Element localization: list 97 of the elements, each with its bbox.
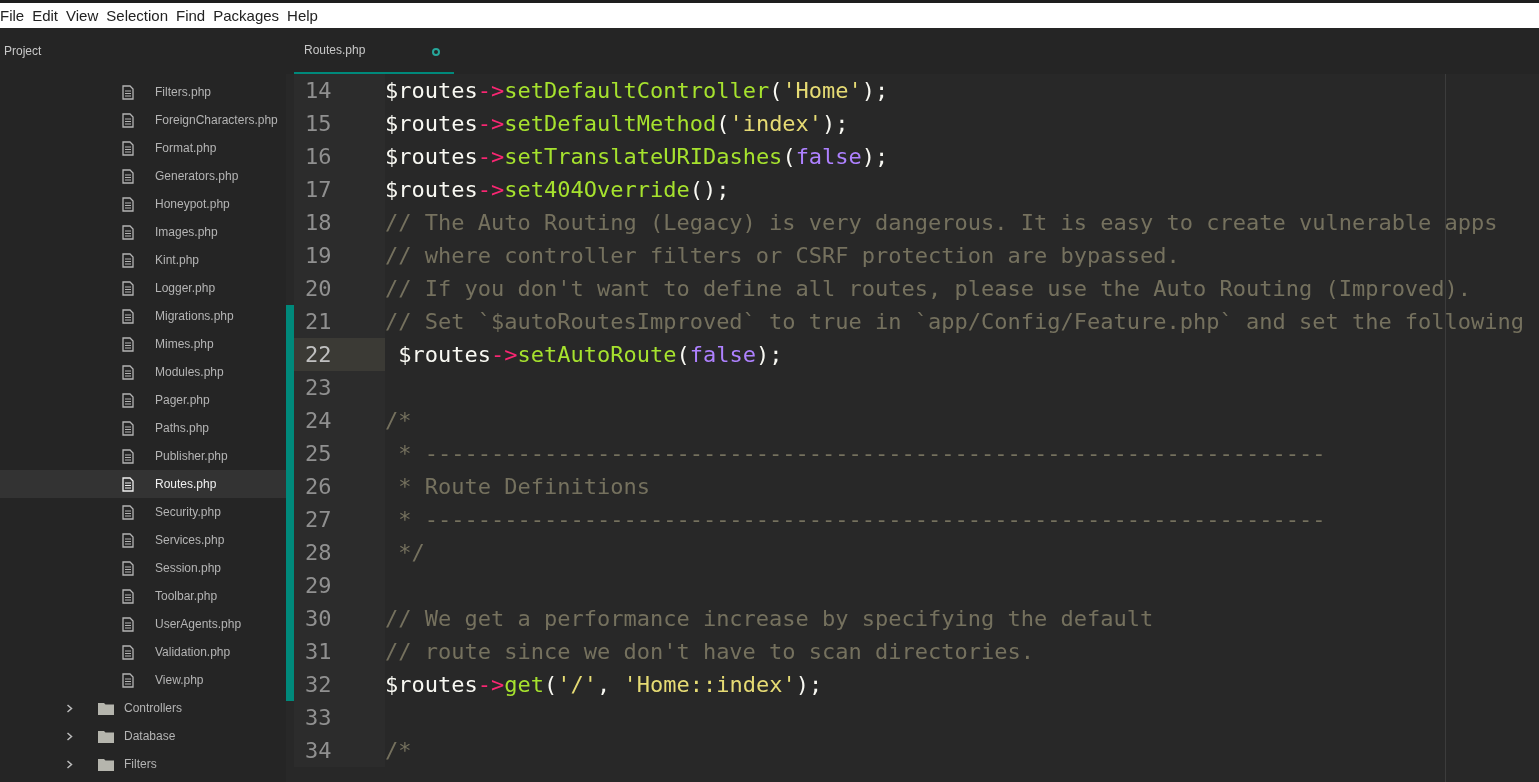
line-number: 23 [305, 375, 332, 400]
file-icon [122, 168, 134, 184]
file-icon [122, 504, 134, 520]
code-line: $routes->get('/', 'Home::index'); [385, 672, 823, 697]
folder-icon [98, 729, 114, 743]
code-line: // We get a performance increase by specifying the default [385, 606, 1154, 631]
sidebar-item[interactable]: Services.php [0, 526, 286, 554]
code-line: // If you don't want to define all routes, please use the Auto Routing (Improved). [385, 276, 1472, 301]
file-icon [122, 420, 134, 436]
menu-item[interactable]: Help [287, 7, 326, 24]
file-icon [122, 532, 134, 548]
line-number: 26 [305, 474, 332, 499]
line-number: 25 [305, 441, 332, 466]
file-icon [122, 364, 134, 380]
file-icon [122, 140, 134, 156]
sidebar-item[interactable]: Filters [0, 750, 286, 778]
sidebar-item[interactable]: Format.php [0, 134, 286, 162]
code-line: // route since we don't have to scan directories. [385, 639, 1034, 664]
line-number: 33 [305, 705, 332, 730]
sidebar-item[interactable]: Validation.php [0, 638, 286, 666]
code-line: $routes->setDefaultMethod('index'); [385, 111, 849, 136]
line-number: 24 [305, 408, 332, 433]
file-icon [122, 448, 134, 464]
line-number: 18 [305, 210, 332, 235]
code-line: * Route Definitions [397, 474, 650, 499]
menu-item[interactable]: View [66, 7, 107, 24]
folder-icon [98, 757, 114, 771]
file-icon [122, 560, 134, 576]
code-line: * -------------------------------------------------------------------- [397, 441, 1326, 466]
panel-title: Project [4, 44, 42, 58]
line-number: 20 [305, 276, 332, 301]
file-icon [122, 588, 134, 604]
line-number: 22 [305, 342, 332, 367]
sidebar-item[interactable]: Migrations.php [0, 302, 286, 330]
file-icon [122, 476, 134, 492]
line-number: 16 [305, 144, 332, 169]
folder-icon [98, 701, 114, 715]
file-icon [122, 84, 134, 100]
file-icon [122, 616, 134, 632]
file-icon [122, 112, 134, 128]
file-icon [122, 672, 134, 688]
line-number: 14 [305, 78, 332, 103]
file-icon [122, 644, 134, 660]
sidebar-item[interactable]: Toolbar.php [0, 582, 286, 610]
sidebar-item[interactable]: Mimes.php [0, 330, 286, 358]
code-line: // where controller filters or CSRF protection are bypassed. [385, 243, 1180, 268]
code-line: $routes->setTranslateURIDashes(false); [385, 144, 889, 169]
sidebar-item[interactable]: Generators.php [0, 162, 286, 190]
sidebar-item[interactable]: Images.php [0, 218, 286, 246]
code-line: * -------------------------------------------------------------------- [397, 507, 1326, 532]
sidebar-item[interactable]: Kint.php [0, 246, 286, 274]
code-line: */ [397, 540, 425, 565]
line-number: 21 [305, 309, 332, 334]
line-number: 19 [305, 243, 332, 268]
file-icon [122, 280, 134, 296]
sidebar-item[interactable]: UserAgents.php [0, 610, 286, 638]
sidebar-item[interactable]: Session.php [0, 554, 286, 582]
line-number: 34 [305, 738, 332, 763]
code-line: /* [385, 408, 412, 433]
sidebar-item[interactable]: Security.php [0, 498, 286, 526]
line-number: 30 [305, 606, 332, 631]
code-line: /* [385, 738, 412, 763]
file-icon [122, 252, 134, 268]
sidebar-item[interactable]: ForeignCharacters.php [0, 106, 286, 134]
menu-item[interactable]: Packages [213, 7, 288, 24]
sidebar-item[interactable]: Routes.php [0, 470, 286, 498]
line-number: 32 [305, 672, 332, 697]
sidebar-item[interactable]: Honeypot.php [0, 190, 286, 218]
menu-item[interactable]: Edit [32, 7, 67, 24]
code-line: // The Auto Routing (Legacy) is very dangerous. It is easy to create vulnerable apps [385, 210, 1498, 235]
code-line: $routes->setAutoRoute(false); [397, 342, 783, 367]
sidebar-item[interactable]: Pager.php [0, 386, 286, 414]
line-number: 31 [305, 639, 332, 664]
code-line: $routes->set404Override(); [385, 177, 730, 202]
line-number: 17 [305, 177, 332, 202]
sidebar-item[interactable]: Modules.php [0, 358, 286, 386]
line-number: 15 [305, 111, 332, 136]
menu-item[interactable]: Find [176, 7, 214, 24]
sidebar-item[interactable]: View.php [0, 666, 286, 694]
line-number: 28 [305, 540, 332, 565]
menu-item[interactable]: File [0, 7, 33, 24]
file-icon [122, 308, 134, 324]
sidebar-item[interactable]: Filters.php [0, 78, 286, 106]
sidebar-item[interactable]: Controllers [0, 694, 286, 722]
line-number: 29 [305, 573, 332, 598]
file-icon [122, 392, 134, 408]
file-icon [122, 336, 134, 352]
line-number: 27 [305, 507, 332, 532]
code-line: // Set `$autoRoutesImproved` to true in `app/Config/Feature.php` and set the following [385, 309, 1525, 334]
sidebar-item[interactable]: Database [0, 722, 286, 750]
sidebar-item[interactable]: Paths.php [0, 414, 286, 442]
code-line: $routes->setDefaultController('Home'); [385, 78, 889, 103]
sidebar-item[interactable]: Logger.php [0, 274, 286, 302]
menu-item[interactable]: Selection [106, 7, 176, 24]
file-icon [122, 224, 134, 240]
sidebar-item[interactable]: Publisher.php [0, 442, 286, 470]
file-icon [122, 196, 134, 212]
